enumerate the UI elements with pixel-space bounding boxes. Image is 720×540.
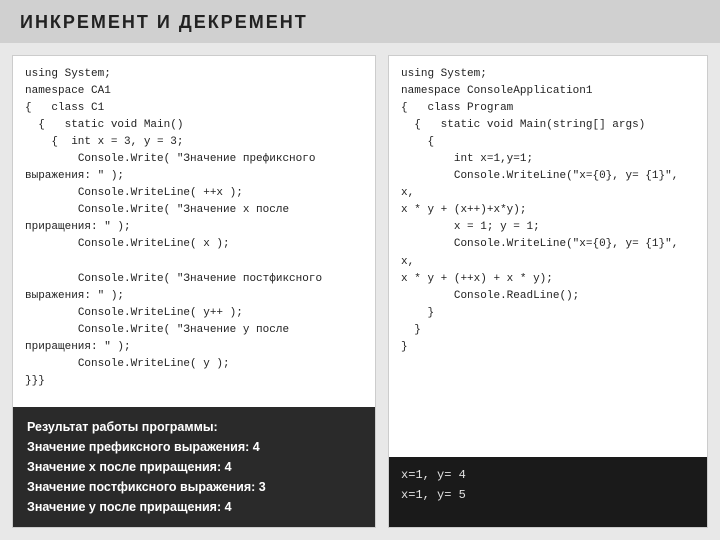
result-line-1: Значение префиксного выражения: 4	[27, 437, 361, 457]
page-title: ИНКРЕМЕНТ И ДЕКРЕМЕНТ	[0, 0, 720, 43]
result-title: Результат работы программы:	[27, 417, 361, 437]
result-line-3: Значение постфиксного выражения: 3	[27, 477, 361, 497]
result-line-2: Значение x после приращения: 4	[27, 457, 361, 477]
left-code-text: using System; namespace CA1 { class C1 {…	[25, 66, 363, 390]
result-box: Результат работы программы: Значение пре…	[13, 407, 375, 527]
terminal-box: x=1, y= 4 x=1, y= 5	[389, 457, 707, 527]
right-code-panel: using System; namespace ConsoleApplicati…	[388, 55, 708, 528]
terminal-line-2: x=1, y= 5	[401, 485, 695, 505]
page: ИНКРЕМЕНТ И ДЕКРЕМЕНТ using System; name…	[0, 0, 720, 540]
terminal-line-1: x=1, y= 4	[401, 465, 695, 485]
content-area: using System; namespace CA1 { class C1 {…	[0, 43, 720, 540]
result-line-4: Значение y после приращения: 4	[27, 497, 361, 517]
left-code-panel: using System; namespace CA1 { class C1 {…	[12, 55, 376, 528]
right-code-text: using System; namespace ConsoleApplicati…	[401, 66, 695, 356]
